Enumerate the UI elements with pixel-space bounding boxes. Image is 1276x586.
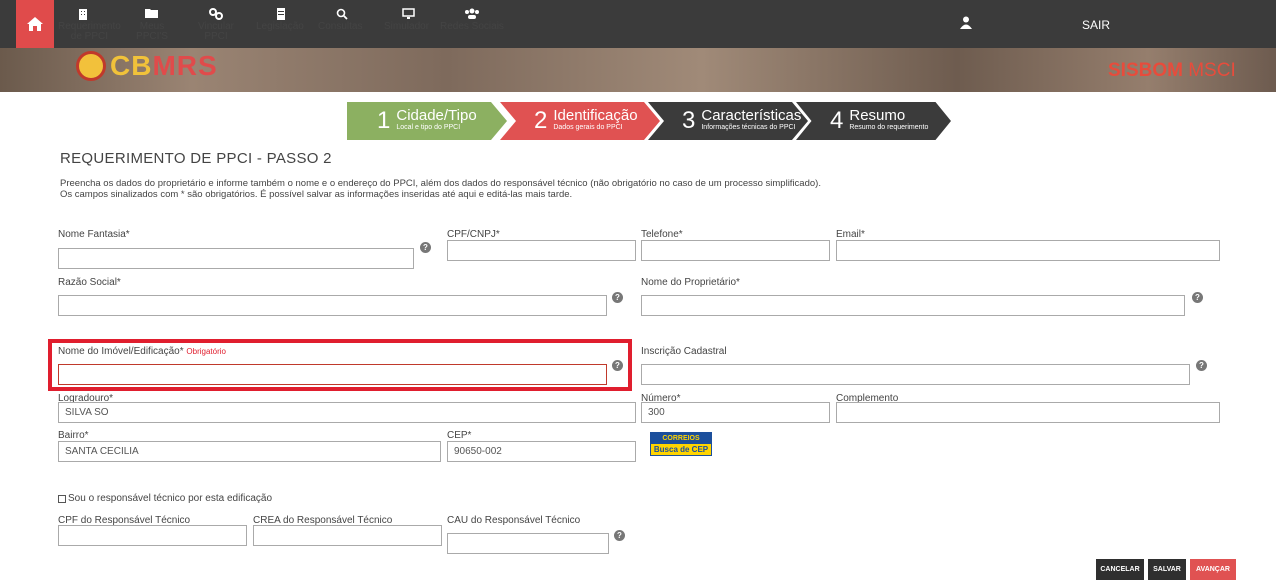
- nav-consultas[interactable]: Consultas: [318, 0, 366, 48]
- nav-legislacao[interactable]: Legislação: [256, 0, 306, 48]
- cep-label: CEP*: [447, 430, 472, 441]
- correios-logo-text: CORREIOS: [651, 433, 711, 444]
- help-icon[interactable]: ?: [614, 530, 625, 541]
- save-button[interactable]: SALVAR: [1148, 559, 1186, 580]
- cancel-button[interactable]: CANCELAR: [1096, 559, 1144, 580]
- nav-meus-ppcis[interactable]: Meus PPCI'S: [124, 0, 180, 48]
- nome-proprietario-label: Nome do Proprietário*: [641, 277, 740, 288]
- bairro-label: Bairro*: [58, 430, 89, 441]
- step-number: 4: [830, 107, 844, 134]
- razao-social-input[interactable]: [58, 295, 607, 316]
- help-icon[interactable]: ?: [1192, 292, 1203, 303]
- system-name: SISBOM MSCI: [1108, 60, 1236, 82]
- razao-social-label: Razão Social*: [58, 277, 121, 288]
- user-icon[interactable]: [960, 16, 972, 34]
- step-title: Identificação: [553, 107, 638, 124]
- top-navbar: Requerimento de PPCI Meus PPCI'S Vincula…: [0, 0, 1276, 48]
- step-number: 2: [534, 107, 548, 134]
- intro-text: Preencha os dados do proprietário e info…: [60, 178, 821, 200]
- monitor-icon: [384, 0, 432, 20]
- step-title: Características: [701, 107, 802, 124]
- nav-consultas-label: Consultas: [318, 21, 363, 32]
- nome-imovel-input[interactable]: [58, 364, 607, 385]
- responsavel-checkbox-label: Sou o responsável técnico por esta edifi…: [68, 493, 273, 504]
- intro-line-2: Os campos sinalizados com * são obrigató…: [60, 189, 573, 200]
- required-error-message: Obrigatório: [186, 347, 226, 356]
- step-title: Cidade/Tipo: [396, 107, 477, 124]
- wizard-step-1[interactable]: 1 Cidade/Tipo Local e tipo do PPCI: [347, 102, 507, 140]
- inscricao-label: Inscrição Cadastral: [641, 346, 727, 357]
- cbmrs-emblem-icon: [76, 51, 106, 81]
- step-subtitle: Resumo do requerimento: [849, 124, 929, 131]
- link-icon: [186, 0, 246, 20]
- cpf-cnpj-label: CPF/CNPJ*: [447, 229, 500, 240]
- logo-text-right: MRS: [152, 50, 218, 81]
- page-title: REQUERIMENTO DE PPCI - PASSO 2: [60, 150, 332, 167]
- nav-requerimento-label: Requerimento de PPCI: [58, 21, 121, 42]
- email-input[interactable]: [836, 240, 1220, 261]
- inscricao-input[interactable]: [641, 364, 1190, 385]
- nav-meus-ppcis-label: Meus PPCI'S: [136, 21, 168, 42]
- email-label: Email*: [836, 229, 865, 240]
- wizard-step-4[interactable]: 4 Resumo Resumo do requerimento: [796, 102, 951, 140]
- building-icon: [58, 0, 108, 20]
- folder-icon: [124, 0, 180, 20]
- step-subtitle: Dados gerais do PPCI: [553, 124, 623, 131]
- home-icon: [27, 17, 43, 31]
- responsavel-checkbox-row[interactable]: Sou o responsável técnico por esta edifi…: [58, 493, 272, 504]
- step-number: 1: [377, 107, 391, 134]
- bairro-input[interactable]: [58, 441, 441, 462]
- wizard-step-3[interactable]: 3 Características Informações técnicas do…: [648, 102, 808, 140]
- telefone-label: Telefone*: [641, 229, 683, 240]
- logradouro-input[interactable]: [58, 402, 636, 423]
- nav-simulador[interactable]: Simulador: [384, 0, 432, 48]
- nav-redes-sociais-label: Redes Sociais: [440, 21, 504, 32]
- help-icon[interactable]: ?: [612, 292, 623, 303]
- crea-resp-input[interactable]: [253, 525, 442, 546]
- telefone-input[interactable]: [641, 240, 830, 261]
- nome-fantasia-input[interactable]: [58, 248, 414, 269]
- nav-vincular-ppci-label: Vincular PPCI: [198, 21, 234, 42]
- nav-simulador-label: Simulador: [384, 21, 430, 32]
- nav-vincular-ppci[interactable]: Vincular PPCI: [186, 0, 246, 48]
- step-number: 3: [682, 107, 696, 134]
- next-button[interactable]: AVANÇAR: [1190, 559, 1236, 580]
- logout-link[interactable]: SAIR: [1082, 18, 1110, 32]
- step-title: Resumo: [849, 107, 906, 124]
- nome-proprietario-input[interactable]: [641, 295, 1185, 316]
- document-icon: [256, 0, 306, 20]
- cau-resp-input[interactable]: [447, 533, 609, 554]
- help-icon[interactable]: ?: [612, 360, 623, 371]
- cpf-cnpj-input[interactable]: [447, 240, 636, 261]
- complemento-input[interactable]: [836, 402, 1220, 423]
- nome-imovel-label: Nome do Imóvel/Edificação* Obrigatório: [58, 346, 226, 357]
- logo-text-left: CB: [110, 50, 153, 81]
- correios-cep-search-button[interactable]: CORREIOS Busca de CEP: [650, 432, 712, 456]
- cau-resp-label: CAU do Responsável Técnico: [447, 515, 581, 526]
- home-button[interactable]: [16, 0, 54, 48]
- help-icon[interactable]: ?: [420, 242, 431, 253]
- system-name-suffix: MSCI: [1188, 60, 1236, 81]
- nav-requerimento[interactable]: Requerimento de PPCI: [58, 0, 121, 48]
- step-subtitle: Informações técnicas do PPCI: [701, 124, 796, 131]
- cpf-resp-input[interactable]: [58, 525, 247, 546]
- step-subtitle: Local e tipo do PPCI: [396, 124, 461, 131]
- wizard-step-2[interactable]: 2 Identificação Dados gerais do PPCI: [500, 102, 660, 140]
- correios-search-text: Busca de CEP: [653, 445, 709, 454]
- nome-imovel-label-text: Nome do Imóvel/Edificação*: [58, 346, 184, 357]
- cbmrs-logo: CBMRS: [76, 50, 218, 82]
- intro-line-1: Preencha os dados do proprietário e info…: [60, 178, 821, 189]
- nome-fantasia-label: Nome Fantasia*: [58, 229, 130, 240]
- search-icon: [318, 0, 366, 20]
- responsavel-checkbox[interactable]: [58, 494, 66, 503]
- help-icon[interactable]: ?: [1196, 360, 1207, 371]
- users-icon: [440, 0, 504, 20]
- cep-input[interactable]: [447, 441, 636, 462]
- numero-input[interactable]: [641, 402, 830, 423]
- nav-redes-sociais[interactable]: Redes Sociais: [440, 0, 504, 48]
- system-name-main: SISBOM: [1108, 60, 1183, 81]
- nav-legislacao-label: Legislação: [256, 21, 304, 32]
